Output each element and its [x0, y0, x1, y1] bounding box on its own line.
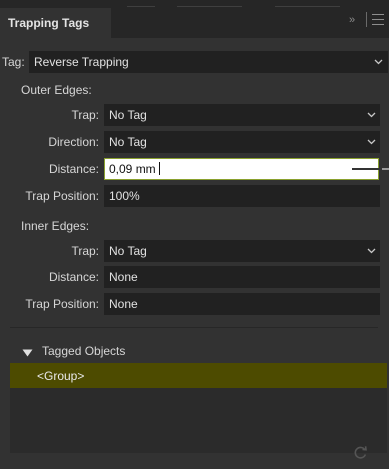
chevron-down-icon	[367, 139, 376, 148]
inner-distance-label: Distance:	[48, 270, 99, 284]
text-caret	[158, 162, 160, 175]
inner-edges-heading: Inner Edges:	[21, 219, 90, 233]
chevron-down-icon	[367, 248, 376, 257]
outer-direction-select[interactable]: No Tag	[104, 131, 380, 153]
list-item-label: <Group>	[37, 369, 85, 383]
tag-select-value: Reverse Trapping	[34, 55, 129, 69]
inner-trap-label: Trap:	[71, 244, 99, 258]
inner-trap-select[interactable]: No Tag	[104, 240, 380, 262]
tab-label: Trapping Tags	[8, 16, 90, 30]
inner-distance-value: None	[109, 270, 138, 284]
trapping-tags-panel: Trapping Tags » Tag: Reverse Trapping Ou…	[0, 0, 389, 469]
toolbar-divider	[366, 12, 367, 27]
refresh-icon[interactable]	[352, 444, 369, 461]
hamburger-menu-icon[interactable]	[372, 14, 384, 25]
distance-slider-handle[interactable]	[382, 168, 389, 170]
tagged-objects-heading: Tagged Objects	[42, 344, 126, 358]
disclosure-triangle-icon[interactable]	[22, 346, 33, 357]
panel-tab-bar: Trapping Tags »	[0, 0, 389, 39]
tag-select[interactable]: Reverse Trapping	[29, 51, 388, 73]
section-divider	[10, 327, 378, 328]
outer-trap-select[interactable]: No Tag	[104, 104, 380, 126]
double-chevron-right-icon[interactable]: »	[349, 13, 365, 27]
chevron-down-icon	[374, 59, 383, 68]
inner-trap-position-value: None	[109, 297, 138, 311]
outer-trap-value: No Tag	[109, 108, 147, 122]
outer-trap-position-input[interactable]: 100%	[104, 185, 380, 207]
outer-distance-input[interactable]: 0,09 mm	[104, 158, 379, 180]
outer-direction-label: Direction:	[48, 135, 99, 149]
outer-direction-value: No Tag	[109, 135, 147, 149]
outer-trap-label: Trap:	[71, 108, 99, 122]
inner-trap-position-input[interactable]: None	[104, 293, 380, 315]
outer-trap-position-value: 100%	[109, 189, 140, 203]
inner-trap-value: No Tag	[109, 244, 147, 258]
chevron-down-icon	[367, 112, 376, 121]
tag-label: Tag:	[2, 55, 25, 69]
tab-trapping-tags[interactable]: Trapping Tags	[0, 8, 111, 39]
tab-strip-mark	[275, 6, 340, 7]
inner-distance-input[interactable]: None	[104, 266, 380, 288]
outer-distance-label: Distance:	[48, 162, 99, 176]
tab-strip-mark	[177, 6, 242, 7]
tab-strip-mark	[127, 6, 155, 7]
outer-trap-position-label: Trap Position:	[25, 189, 99, 203]
list-item[interactable]: <Group>	[10, 363, 387, 388]
outer-distance-value: 0,09 mm	[109, 162, 156, 176]
distance-slider-track[interactable]	[352, 168, 383, 170]
inner-trap-position-label: Trap Position:	[25, 297, 99, 311]
outer-edges-heading: Outer Edges:	[21, 83, 92, 97]
